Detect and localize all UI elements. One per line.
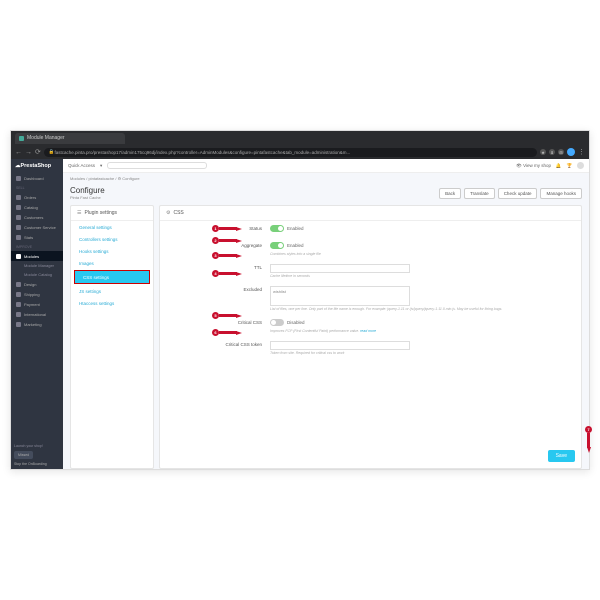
extension-icon[interactable]: ★ xyxy=(540,149,546,155)
sidebar-section: SELL xyxy=(11,183,63,192)
panel-title: CSS xyxy=(173,210,183,216)
top-bar: Quick Access▾ 👁 View my shop 🔔 🏆 xyxy=(63,159,589,173)
marketing-icon xyxy=(16,322,21,327)
extension-icon[interactable]: ⊞ xyxy=(558,149,564,155)
bell-icon[interactable]: 🔔 xyxy=(555,162,562,169)
user-avatar[interactable] xyxy=(577,162,584,169)
sidebar-item-orders[interactable]: Orders xyxy=(11,192,63,202)
annotation-4: 4 xyxy=(212,270,242,277)
address-input[interactable]: 🔒 fastcache.pinta.pro/prestashop17/admin… xyxy=(44,148,537,157)
excluded-textarea[interactable]: wishlist xyxy=(270,286,410,306)
gear-icon: ⚙ xyxy=(166,210,170,216)
status-toggle[interactable] xyxy=(270,225,284,232)
admin-sidebar: ☁ PrestaShop Dashboard SELL Orders Catal… xyxy=(11,159,63,469)
sidebar-item-dashboard[interactable]: Dashboard xyxy=(11,173,63,183)
annotation-5: 5 xyxy=(212,312,242,319)
sidebar-item-customers[interactable]: Customers xyxy=(11,212,63,222)
forward-icon[interactable]: → xyxy=(25,149,32,156)
list-icon: ☰ xyxy=(77,210,81,216)
payment-icon xyxy=(16,302,21,307)
ttl-input[interactable] xyxy=(270,264,410,273)
page-title: Configure xyxy=(70,186,105,195)
modules-icon xyxy=(16,254,21,259)
profile-avatar[interactable] xyxy=(567,148,575,156)
settings-menu-panel: ☰Plugin settings General settings Contro… xyxy=(70,205,154,469)
menu-css[interactable]: CSS settings xyxy=(74,270,150,284)
breadcrumb: Modules / pintafastcache / ⚙ Configure xyxy=(63,173,589,184)
browser-address-bar: ← → ⟳ 🔒 fastcache.pinta.pro/prestashop17… xyxy=(11,145,589,159)
sidebar-subitem[interactable]: Module Catalog xyxy=(11,270,63,279)
sidebar-item-stats[interactable]: Stats xyxy=(11,232,63,242)
css-settings-panel: ⚙CSS Status Enabled Aggregate EnabledCom… xyxy=(159,205,582,469)
sidebar-item-international[interactable]: International xyxy=(11,309,63,319)
annotation-7: 7 xyxy=(585,426,592,453)
sidebar-item-customer-service[interactable]: Customer Service xyxy=(11,222,63,232)
critical-label: Critical CSS xyxy=(170,319,270,325)
sidebar-footer: Launch your shop! Missed Stop the OnBoar… xyxy=(11,441,63,469)
tab-title: Module Manager xyxy=(27,135,65,141)
menu-js[interactable]: JS settings xyxy=(71,285,153,297)
page-subtitle: Pinta Fast Cache xyxy=(70,195,105,200)
sidebar-section: IMPROVE xyxy=(11,242,63,251)
translate-button[interactable]: Translate xyxy=(464,188,495,199)
trophy-icon[interactable]: 🏆 xyxy=(566,162,573,169)
design-icon xyxy=(16,282,21,287)
sidebar-item-design[interactable]: Design xyxy=(11,279,63,289)
dashboard-icon xyxy=(16,176,21,181)
sidebar-item-marketing[interactable]: Marketing xyxy=(11,319,63,329)
sidebar-subitem[interactable]: Module Manager xyxy=(11,261,63,270)
menu-general[interactable]: General settings xyxy=(71,221,153,233)
check-update-button[interactable]: Check update xyxy=(498,188,538,199)
browser-tab[interactable]: Module Manager xyxy=(15,133,125,144)
critical-toggle[interactable] xyxy=(270,319,284,326)
panel-title: Plugin settings xyxy=(84,210,117,216)
annotation-1: 1 xyxy=(212,225,242,232)
catalog-icon xyxy=(16,205,21,210)
sidebar-item-catalog[interactable]: Catalog xyxy=(11,202,63,212)
menu-hooks[interactable]: Hooks settings xyxy=(71,245,153,257)
search-input[interactable] xyxy=(107,162,207,169)
stats-icon xyxy=(16,235,21,240)
reload-icon[interactable]: ⟳ xyxy=(35,148,41,156)
menu-controllers[interactable]: Controllers settings xyxy=(71,233,153,245)
token-label: Critical CSS token xyxy=(170,341,270,347)
excluded-label: Excluded xyxy=(170,286,270,292)
aggregate-toggle[interactable] xyxy=(270,242,284,249)
menu-images[interactable]: Images xyxy=(71,257,153,269)
logo: ☁ PrestaShop xyxy=(11,159,63,173)
quick-access[interactable]: Quick Access xyxy=(68,163,95,168)
annotation-3: 3 xyxy=(212,252,242,259)
orders-icon xyxy=(16,195,21,200)
menu-htaccess[interactable]: Htaccess settings xyxy=(71,297,153,309)
token-input[interactable] xyxy=(270,341,410,350)
manage-hooks-button[interactable]: Manage hooks xyxy=(540,188,582,199)
sidebar-item-modules[interactable]: Modules xyxy=(11,251,63,261)
annotation-6: 6 xyxy=(212,329,242,336)
intl-icon xyxy=(16,312,21,317)
sidebar-item-payment[interactable]: Payment xyxy=(11,299,63,309)
browser-tab-bar: Module Manager xyxy=(11,131,589,145)
shipping-icon xyxy=(16,292,21,297)
service-icon xyxy=(16,225,21,230)
view-shop-link[interactable]: 👁 View my shop xyxy=(516,163,551,169)
save-button[interactable]: Save xyxy=(548,450,575,462)
missed-button[interactable]: Missed xyxy=(14,451,33,459)
customers-icon xyxy=(16,215,21,220)
extension-icon[interactable]: ⬇ xyxy=(549,149,555,155)
tab-favicon xyxy=(19,136,24,141)
back-button[interactable]: Back xyxy=(439,188,461,199)
menu-icon[interactable]: ⋮ xyxy=(578,148,585,156)
back-icon[interactable]: ← xyxy=(15,149,22,156)
sidebar-item-shipping[interactable]: Shipping xyxy=(11,289,63,299)
annotation-2: 2 xyxy=(212,237,242,244)
